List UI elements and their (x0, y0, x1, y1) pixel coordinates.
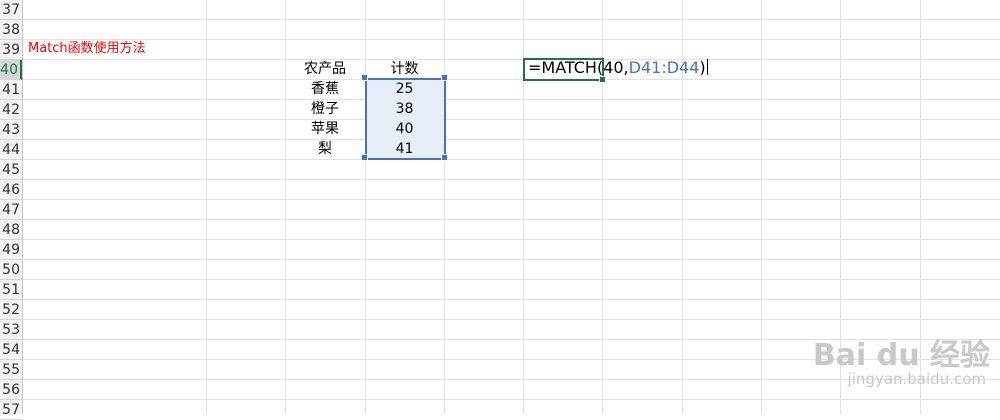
row-gridline (23, 299, 1000, 300)
column-gridline (761, 0, 762, 414)
product-cell[interactable]: 香蕉 (285, 79, 365, 99)
row-gridline (23, 79, 1000, 80)
row-gridline (23, 139, 1000, 140)
count-cell[interactable]: 25 (365, 79, 444, 99)
row-header-48[interactable]: 48 (0, 220, 22, 240)
row-header-46[interactable]: 46 (0, 180, 22, 200)
row-header-39[interactable]: 39 (0, 40, 22, 60)
row-header-38[interactable]: 38 (0, 20, 22, 40)
row-header-40-active[interactable]: 40 (0, 60, 22, 80)
watermark-url: jingyan.baidu.com (847, 370, 986, 388)
formula-range-ref: D41:D44 (628, 58, 700, 77)
row-header-47[interactable]: 47 (0, 200, 22, 220)
count-cell[interactable]: 38 (365, 99, 444, 119)
row-header-43[interactable]: 43 (0, 120, 22, 140)
row-header-49[interactable]: 49 (0, 240, 22, 260)
row-header-57[interactable]: 57 (0, 400, 22, 420)
row-gridline (23, 319, 1000, 320)
row-gridline (23, 99, 1000, 100)
row-header-53[interactable]: 53 (0, 320, 22, 340)
row-header-41[interactable]: 41 (0, 80, 22, 100)
product-cell[interactable]: 苹果 (285, 119, 365, 139)
count-cell[interactable]: 40 (365, 119, 444, 139)
row-gridline (23, 399, 1000, 400)
row-header-45[interactable]: 45 (0, 160, 22, 180)
text-cursor (706, 59, 708, 75)
row-gridline (23, 199, 1000, 200)
row-gridline (23, 39, 1000, 40)
spreadsheet-grid[interactable]: 37 38 39 40 41 42 43 44 45 46 47 48 49 5… (0, 0, 1000, 420)
formula-edit-text[interactable]: =MATCH(40,D41:D44) (528, 58, 708, 78)
product-cell[interactable]: 橙子 (285, 99, 365, 119)
row-header-52[interactable]: 52 (0, 300, 22, 320)
header-product-cell[interactable]: 农产品 (285, 59, 365, 79)
row-header-37[interactable]: 37 (0, 0, 22, 20)
row-gridline (23, 19, 1000, 20)
row-gridline (23, 159, 1000, 160)
row-gridline (23, 219, 1000, 220)
row-gridline (23, 279, 1000, 280)
formula-suffix: ) (699, 58, 706, 77)
count-cell[interactable]: 41 (365, 139, 444, 159)
row-gridline (23, 259, 1000, 260)
formula-prefix: =MATCH(40, (528, 58, 629, 77)
row-header-50[interactable]: 50 (0, 260, 22, 280)
row-header-54[interactable]: 54 (0, 340, 22, 360)
row-gridline (23, 239, 1000, 240)
column-gridline (206, 0, 207, 414)
row-gridline (23, 119, 1000, 120)
product-cell[interactable]: 梨 (285, 139, 365, 159)
header-count-cell[interactable]: 计数 (365, 59, 444, 79)
title-cell[interactable]: Match函数使用方法 (28, 39, 146, 59)
row-header-51[interactable]: 51 (0, 280, 22, 300)
row-header-55[interactable]: 55 (0, 360, 22, 380)
row-header-column: 37 38 39 40 41 42 43 44 45 46 47 48 49 5… (0, 0, 23, 420)
column-gridline (444, 0, 445, 414)
row-gridline (23, 179, 1000, 180)
row-header-44[interactable]: 44 (0, 140, 22, 160)
watermark-logo: Bai du 经验 (812, 338, 990, 373)
row-header-56[interactable]: 56 (0, 380, 22, 400)
row-gridline (23, 59, 1000, 60)
row-header-42[interactable]: 42 (0, 100, 22, 120)
